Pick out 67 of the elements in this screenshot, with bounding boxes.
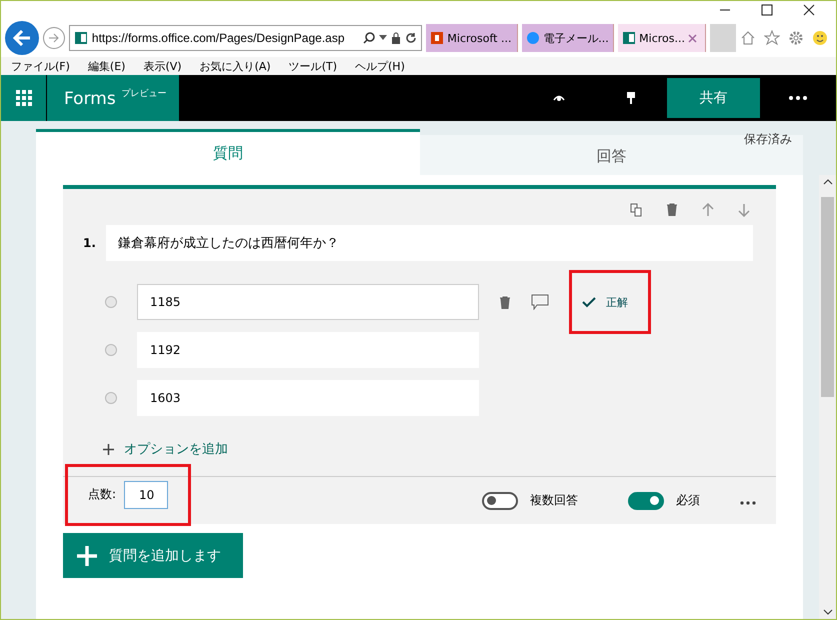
- correct-label: 正解: [606, 294, 628, 310]
- menu-item[interactable]: ツール(T): [288, 58, 337, 74]
- tab[interactable]: 質問: [36, 129, 420, 175]
- close-icon[interactable]: [802, 4, 816, 16]
- delete-icon[interactable]: [666, 203, 678, 217]
- scroll-up-icon[interactable]: [822, 179, 832, 185]
- add-option-button[interactable]: オプションを追加: [63, 416, 228, 476]
- check-icon: [582, 296, 596, 308]
- lock-icon: [391, 32, 402, 44]
- question-number: 1.: [83, 236, 96, 250]
- comment-icon[interactable]: [531, 294, 549, 310]
- points-label: 点数:: [88, 486, 116, 503]
- radio-button[interactable]: [105, 296, 117, 308]
- menu-item[interactable]: 表示(V): [143, 58, 182, 74]
- caret-icon[interactable]: [379, 35, 388, 41]
- forms-logo-icon: [622, 31, 636, 45]
- preview-label: プレビュー: [122, 87, 167, 100]
- plus-icon: [77, 546, 97, 566]
- plus-icon: [103, 444, 114, 454]
- radio-button[interactable]: [105, 392, 117, 404]
- option-field[interactable]: 1192: [137, 332, 479, 368]
- toggle-switch[interactable]: [482, 492, 518, 510]
- app-launcher-button[interactable]: [1, 75, 47, 121]
- browser-logo-icon: [526, 31, 540, 45]
- eye-icon: [553, 94, 565, 102]
- delete-icon[interactable]: [499, 296, 511, 308]
- right-arrow-icon: [48, 33, 60, 43]
- menu-item[interactable]: お気に入り(A): [200, 58, 271, 74]
- app-title: Forms: [64, 89, 116, 109]
- down-arrow-icon[interactable]: [738, 203, 750, 217]
- refresh-icon[interactable]: [405, 32, 418, 44]
- office-logo-icon: [430, 31, 444, 45]
- maximize-icon[interactable]: [760, 4, 774, 16]
- scroll-down-icon[interactable]: [822, 609, 832, 615]
- menu-item[interactable]: ヘルプ(H): [355, 58, 405, 74]
- home-icon[interactable]: [740, 30, 756, 46]
- scrollbar[interactable]: [819, 175, 836, 619]
- more-icon: [789, 96, 807, 100]
- address-bar[interactable]: https://forms.office.com/Pages/DesignPage.asp: [68, 25, 422, 51]
- toggle-label: 複数回答: [530, 492, 578, 509]
- browser-tab[interactable]: Microsoft ...: [426, 24, 518, 52]
- forward-button[interactable]: [42, 27, 65, 49]
- question-field[interactable]: 鎌倉幕府が成立したのは西暦何年か？: [106, 225, 753, 261]
- gear-icon[interactable]: [788, 30, 804, 46]
- copy-icon[interactable]: [630, 203, 642, 217]
- back-button[interactable]: [5, 21, 39, 55]
- share-button[interactable]: 共有: [667, 78, 760, 118]
- points-field[interactable]: 10: [124, 480, 168, 508]
- add-question-button[interactable]: 質問を追加します: [63, 533, 243, 578]
- smiley-icon[interactable]: [812, 30, 828, 46]
- up-arrow-icon[interactable]: [702, 203, 714, 217]
- search-icon[interactable]: [363, 32, 376, 44]
- toggle-label: 必須: [676, 492, 700, 509]
- correct-answer-toggle[interactable]: 正解: [569, 270, 651, 334]
- menu-item[interactable]: 編集(E): [88, 58, 126, 74]
- option-field[interactable]: 1603: [137, 380, 479, 416]
- browser-tab[interactable]: Micros...: [618, 24, 706, 52]
- brush-icon: [627, 92, 635, 104]
- option-field[interactable]: 1185: [137, 284, 479, 320]
- star-icon[interactable]: [764, 30, 780, 46]
- forms-logo-icon: [74, 31, 88, 45]
- left-arrow-icon: [12, 30, 31, 46]
- grid-icon: [16, 90, 32, 106]
- menu-item[interactable]: ファイル(F): [11, 58, 70, 74]
- radio-button[interactable]: [105, 344, 117, 356]
- toggle-switch[interactable]: [628, 492, 664, 510]
- browser-tab[interactable]: 電子メール...: [522, 24, 614, 52]
